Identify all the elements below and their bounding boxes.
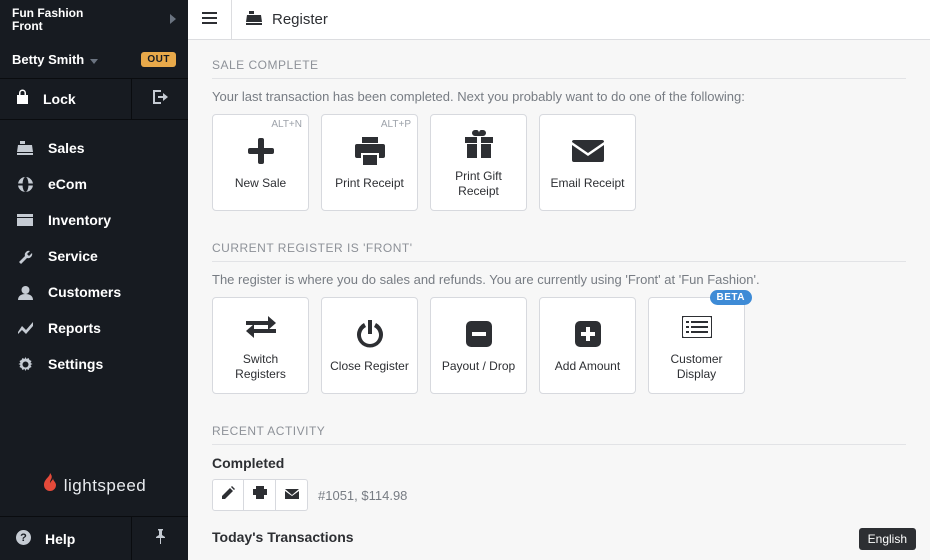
hamburger-button[interactable] bbox=[188, 0, 232, 39]
help-label: Help bbox=[45, 531, 75, 547]
envelope-icon bbox=[572, 134, 604, 168]
beta-badge: BETA bbox=[710, 290, 752, 305]
nav-ecom[interactable]: eCom bbox=[0, 166, 188, 202]
section-title-sale-complete: SALE COMPLETE bbox=[212, 58, 906, 79]
shortcut-label: ALT+P bbox=[381, 119, 411, 130]
gift-icon bbox=[465, 127, 493, 161]
card-label: Add Amount bbox=[555, 359, 620, 373]
add-amount-button[interactable]: Add Amount bbox=[539, 297, 636, 394]
customer-display-button[interactable]: BETA Customer Display bbox=[648, 297, 745, 394]
user-name-label: Betty Smith bbox=[12, 52, 84, 67]
chart-icon bbox=[16, 322, 34, 334]
help-icon: ? bbox=[16, 530, 31, 548]
card-label: Payout / Drop bbox=[442, 359, 515, 373]
edit-button[interactable] bbox=[212, 479, 244, 511]
nav-label: eCom bbox=[48, 176, 87, 192]
nav-customers[interactable]: Customers bbox=[0, 274, 188, 310]
shop-name: Fun Fashion Front bbox=[12, 7, 83, 33]
switch-registers-button[interactable]: Switch Registers bbox=[212, 297, 309, 394]
register-icon bbox=[16, 141, 34, 155]
lock-button[interactable]: Lock bbox=[0, 79, 132, 119]
nav-label: Reports bbox=[48, 320, 101, 336]
nav-settings[interactable]: Settings bbox=[0, 346, 188, 382]
brand-logo[interactable]: lightspeed bbox=[0, 455, 188, 516]
printer-icon bbox=[355, 134, 385, 168]
nav-label: Service bbox=[48, 248, 98, 264]
nav-sales[interactable]: Sales bbox=[0, 130, 188, 166]
envelope-icon bbox=[285, 486, 299, 504]
card-label: New Sale bbox=[235, 176, 286, 190]
top-bar: Register bbox=[188, 0, 930, 40]
card-label: Print Receipt bbox=[335, 176, 404, 190]
pin-icon bbox=[155, 529, 166, 549]
email-receipt-button[interactable]: Email Receipt bbox=[539, 114, 636, 211]
shop-switcher[interactable]: Fun Fashion Front bbox=[0, 0, 188, 40]
user-menu[interactable]: Betty Smith OUT bbox=[0, 40, 188, 78]
language-switcher[interactable]: English bbox=[859, 528, 916, 550]
today-heading: Today's Transactions bbox=[212, 529, 906, 545]
flame-icon bbox=[42, 473, 58, 498]
gear-icon bbox=[16, 357, 34, 372]
card-label: Switch Registers bbox=[219, 352, 302, 381]
payout-drop-button[interactable]: Payout / Drop bbox=[430, 297, 527, 394]
svg-text:?: ? bbox=[20, 532, 27, 544]
section-title-recent: RECENT ACTIVITY bbox=[212, 424, 906, 445]
register-desc: The register is where you do sales and r… bbox=[212, 272, 906, 287]
wrench-icon bbox=[16, 249, 34, 264]
brand-label: lightspeed bbox=[64, 476, 147, 496]
sidebar: Fun Fashion Front Betty Smith OUT Lock bbox=[0, 0, 188, 560]
card-label: Close Register bbox=[330, 359, 409, 373]
card-label: Email Receipt bbox=[550, 176, 624, 190]
nav-service[interactable]: Service bbox=[0, 238, 188, 274]
close-register-button[interactable]: Close Register bbox=[321, 297, 418, 394]
completed-transaction: #1051, $114.98 bbox=[318, 488, 407, 503]
plus-square-icon bbox=[575, 317, 601, 351]
new-sale-button[interactable]: ALT+N New Sale bbox=[212, 114, 309, 211]
pencil-icon bbox=[222, 486, 235, 504]
section-title-register: CURRENT REGISTER IS 'FRONT' bbox=[212, 241, 906, 262]
status-badge: OUT bbox=[141, 52, 176, 67]
inventory-icon bbox=[16, 214, 34, 226]
hamburger-icon bbox=[202, 11, 217, 29]
nav: Sales eCom Inventory Service Customers R… bbox=[0, 120, 188, 382]
nav-label: Customers bbox=[48, 284, 121, 300]
help-button[interactable]: ? Help bbox=[0, 517, 132, 560]
page-title: Register bbox=[272, 11, 328, 28]
power-icon bbox=[356, 317, 384, 351]
print-receipt-button[interactable]: ALT+P Print Receipt bbox=[321, 114, 418, 211]
list-icon bbox=[682, 310, 712, 344]
nav-label: Settings bbox=[48, 356, 103, 372]
nav-reports[interactable]: Reports bbox=[0, 310, 188, 346]
nav-label: Inventory bbox=[48, 212, 111, 228]
sign-out-icon bbox=[153, 90, 168, 109]
nav-inventory[interactable]: Inventory bbox=[0, 202, 188, 238]
card-label: Print Gift Receipt bbox=[437, 169, 520, 198]
plus-icon bbox=[248, 134, 274, 168]
card-label: Customer Display bbox=[655, 352, 738, 381]
register-icon bbox=[246, 11, 262, 29]
sign-out-button[interactable] bbox=[132, 79, 188, 119]
sale-complete-desc: Your last transaction has been completed… bbox=[212, 89, 906, 104]
user-icon bbox=[16, 285, 34, 300]
swap-icon bbox=[246, 310, 276, 344]
shortcut-label: ALT+N bbox=[271, 119, 302, 130]
chevron-down-icon bbox=[90, 52, 98, 67]
print-button[interactable] bbox=[244, 479, 276, 511]
lock-icon bbox=[16, 89, 29, 109]
pin-button[interactable] bbox=[132, 517, 188, 560]
language-label: English bbox=[868, 532, 907, 546]
globe-icon bbox=[16, 177, 34, 192]
completed-heading: Completed bbox=[212, 455, 906, 471]
minus-icon bbox=[466, 317, 492, 351]
lock-label: Lock bbox=[43, 91, 76, 107]
email-button[interactable] bbox=[276, 479, 308, 511]
chevron-right-icon bbox=[170, 11, 176, 29]
print-gift-receipt-button[interactable]: Print Gift Receipt bbox=[430, 114, 527, 211]
nav-label: Sales bbox=[48, 140, 85, 156]
printer-icon bbox=[253, 486, 267, 504]
